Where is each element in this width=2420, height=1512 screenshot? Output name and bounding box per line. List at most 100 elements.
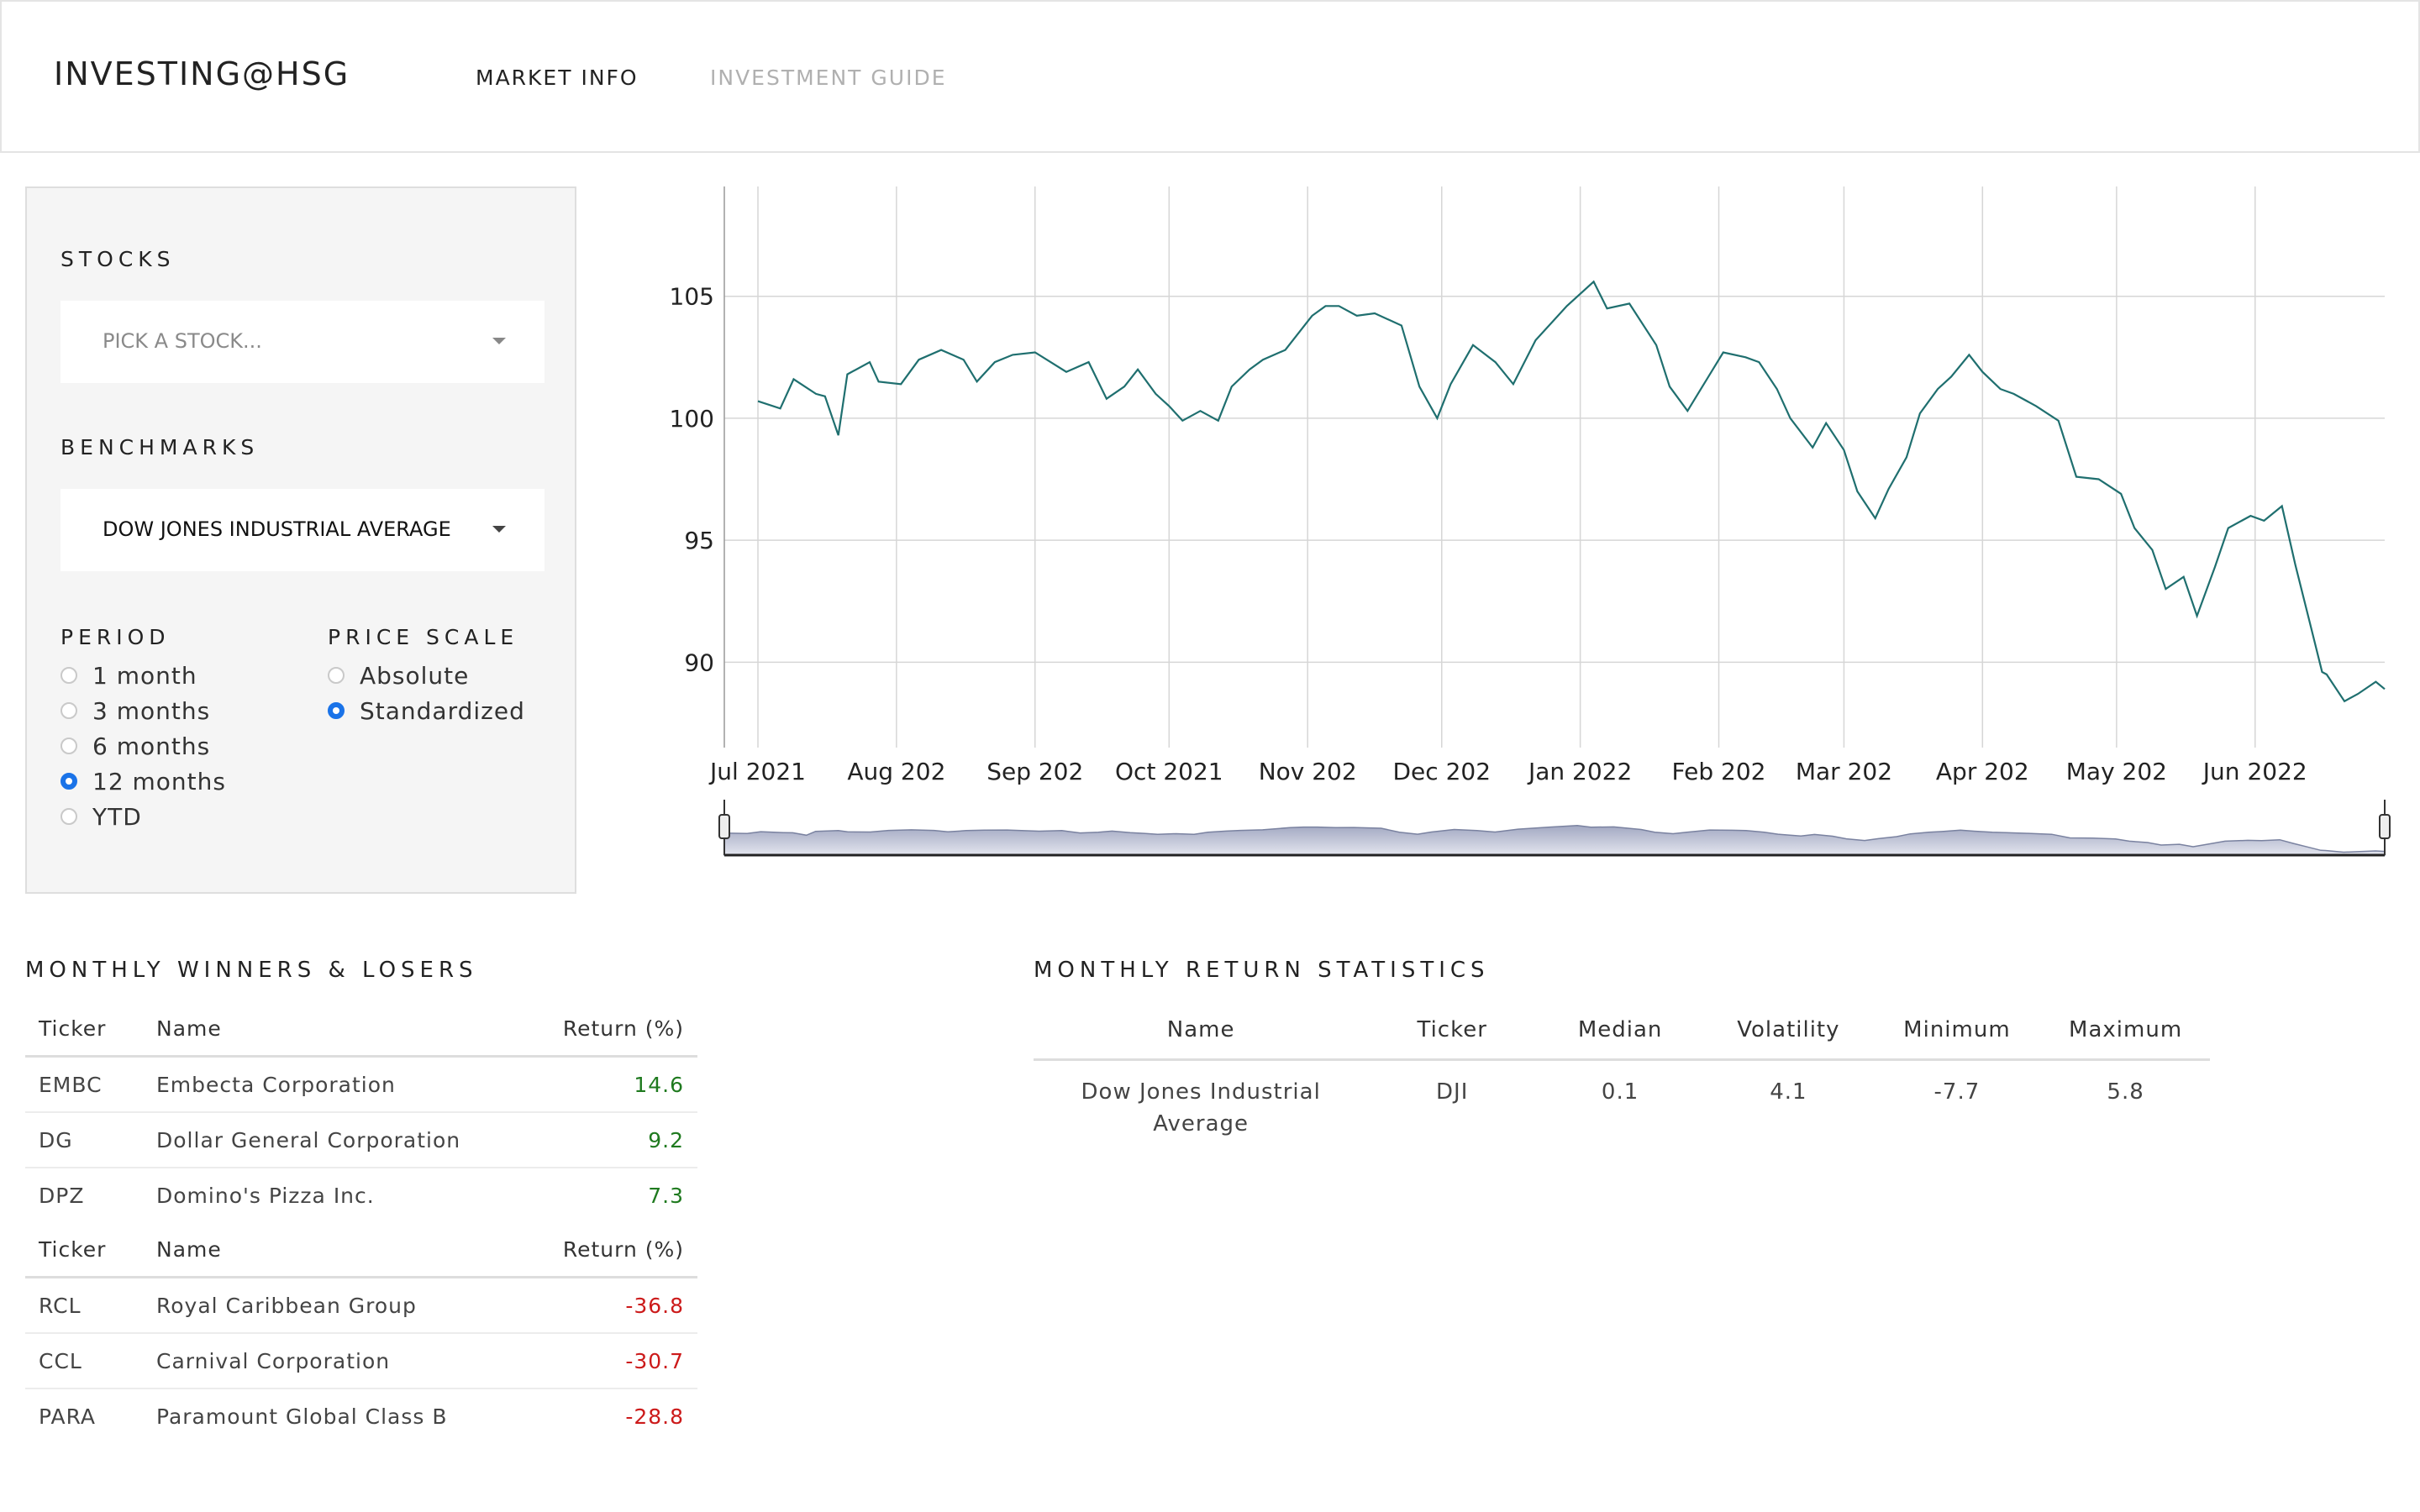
name-cell: Paramount Global Class B [156, 1404, 448, 1429]
winners-losers-title: MONTHLY WINNERS & LOSERS [25, 958, 478, 983]
name-cell: Carnival Corporation [143, 1333, 527, 1389]
range-slider[interactable] [718, 800, 2391, 865]
return-cell: 14.6 [526, 1056, 697, 1113]
radio-selected-icon[interactable] [328, 702, 345, 719]
return-cell: 9.2 [526, 1112, 697, 1168]
x-tick-label: Jun 2022 [2202, 758, 2307, 785]
chevron-down-icon [492, 526, 506, 533]
x-tick-label: Oct 2021 [1115, 758, 1223, 785]
column-header-minimum: Minimum [1872, 1001, 2042, 1061]
x-tick-label: Jan 2022 [1527, 758, 1632, 785]
benchmarks-label: BENCHMARKS [60, 435, 260, 459]
minimum-cell: -7.7 [1933, 1079, 1981, 1105]
column-header-name: Name [143, 1001, 527, 1058]
table-row[interactable]: EMBC Embecta Corporation 14.6 [25, 1056, 697, 1113]
return-cell: 7.3 [648, 1183, 684, 1208]
price-line[interactable] [757, 280, 2386, 703]
x-tick-label: Nov 202 [1259, 758, 1357, 785]
column-header-ticker: Ticker [1368, 1001, 1537, 1061]
volatility-cell: 4.1 [1770, 1079, 1807, 1105]
y-tick-label: 90 [684, 648, 714, 676]
y-tick-label: 100 [670, 405, 714, 433]
x-tick-label: Sep 202 [986, 758, 1083, 785]
table-header-row: Name Ticker Median Volatility Minimum Ma… [1034, 1001, 2210, 1061]
scale-option-standardized[interactable]: Standardized [328, 696, 525, 726]
table-row[interactable]: PARA Paramount Global Class B -28.8 [25, 1389, 697, 1443]
price-scale-label: PRICE SCALE [328, 625, 519, 649]
radio-label: 6 months [92, 732, 211, 760]
period-option-1-month[interactable]: 1 month [60, 660, 197, 690]
control-panel: STOCKS PICK A STOCK... BENCHMARKS DOW JO… [25, 186, 576, 894]
column-header-name: Name [143, 1222, 527, 1278]
period-option-12-months[interactable]: 12 months [60, 766, 226, 796]
brand-logo[interactable]: INVESTING@HSG [54, 55, 350, 92]
radio-label: 12 months [92, 767, 226, 795]
table-header-row: Ticker Name Return (%) [25, 1222, 697, 1278]
column-header-return: Return (%) [526, 1222, 697, 1278]
radio-label: Standardized [360, 696, 525, 725]
radio-icon[interactable] [60, 738, 77, 754]
table-row[interactable]: DG Dollar General Corporation 9.2 [25, 1112, 697, 1168]
winners-losers-table: Ticker Name Return (%) EMBC Embecta Corp… [25, 1001, 697, 1443]
scale-option-absolute[interactable]: Absolute [328, 660, 469, 690]
x-tick-label: Dec 202 [1392, 758, 1491, 785]
radio-icon[interactable] [60, 667, 77, 684]
period-option-3-months[interactable]: 3 months [60, 696, 210, 726]
radio-label: 1 month [92, 661, 197, 690]
name-cell: Domino's Pizza Inc. [156, 1183, 375, 1208]
table-row[interactable]: Dow Jones Industrial Average DJI 0.1 4.1… [1034, 1060, 2210, 1142]
nav-investment-guide[interactable]: INVESTMENT GUIDE [710, 66, 947, 90]
return-cell: -36.8 [526, 1277, 697, 1334]
stocks-label: STOCKS [60, 247, 176, 271]
table-row[interactable]: DPZ Domino's Pizza Inc. 7.3 [25, 1168, 697, 1222]
column-header-return: Return (%) [526, 1001, 697, 1058]
ticker-cell: CCL [25, 1333, 143, 1389]
benchmark-dropdown[interactable]: DOW JONES INDUSTRIAL AVERAGE [60, 489, 544, 571]
radio-label: YTD [92, 802, 142, 831]
radio-label: Absolute [360, 661, 470, 690]
x-tick-label: May 202 [2066, 758, 2167, 785]
stock-dropdown[interactable]: PICK A STOCK... [60, 301, 544, 383]
radio-icon[interactable] [328, 667, 345, 684]
y-tick-label: 95 [684, 527, 714, 554]
stock-dropdown-placeholder: PICK A STOCK... [103, 329, 262, 353]
chevron-down-icon [492, 338, 506, 344]
price-chart[interactable]: 90 95 100 105 Jul 2021 Aug 202 Sep 202 Oct 2021… [639, 176, 2403, 874]
x-tick-label: Jul 2021 [708, 758, 806, 785]
return-cell: -30.7 [526, 1333, 697, 1389]
radio-label: 3 months [92, 696, 211, 725]
column-header-ticker: Ticker [25, 1001, 143, 1058]
ticker-cell: DG [25, 1112, 143, 1168]
column-header-volatility: Volatility [1704, 1001, 1873, 1061]
period-option-ytd[interactable]: YTD [60, 801, 142, 832]
nav-market-info[interactable]: MARKET INFO [476, 66, 639, 90]
x-tick-label: Aug 202 [847, 758, 945, 785]
y-tick-label: 105 [670, 283, 714, 311]
column-header-median: Median [1536, 1001, 1705, 1061]
table-row[interactable]: CCL Carnival Corporation -30.7 [25, 1333, 697, 1389]
radio-icon[interactable] [60, 702, 77, 719]
name-cell: Embecta Corporation [143, 1056, 527, 1113]
x-tick-label: Mar 202 [1796, 758, 1892, 785]
median-cell: 0.1 [1601, 1079, 1639, 1105]
radio-selected-icon[interactable] [60, 773, 77, 790]
return-cell: -28.8 [625, 1404, 684, 1429]
maximum-cell: 5.8 [2107, 1079, 2144, 1105]
ticker-cell: RCL [25, 1277, 143, 1334]
x-tick-label: Apr 202 [1936, 758, 2029, 785]
price-chart-svg[interactable]: 90 95 100 105 Jul 2021 Aug 202 Sep 202 Oct 2021… [639, 176, 2403, 874]
name-cell: Dollar General Corporation [143, 1112, 527, 1168]
period-label: PERIOD [60, 625, 171, 649]
benchmark-dropdown-value: DOW JONES INDUSTRIAL AVERAGE [103, 517, 451, 541]
ticker-cell: DJI [1436, 1079, 1469, 1105]
radio-icon[interactable] [60, 808, 77, 825]
ticker-cell: EMBC [25, 1056, 143, 1113]
table-row[interactable]: RCL Royal Caribbean Group -36.8 [25, 1277, 697, 1334]
column-header-name: Name [1034, 1001, 1369, 1061]
table-header-row: Ticker Name Return (%) [25, 1001, 697, 1058]
ticker-cell: PARA [39, 1404, 97, 1429]
top-navbar: INVESTING@HSG MARKET INFO INVESTMENT GUI… [0, 0, 2420, 153]
name-cell: Royal Caribbean Group [143, 1277, 527, 1334]
period-option-6-months[interactable]: 6 months [60, 731, 210, 761]
x-tick-label: Feb 202 [1672, 758, 1766, 785]
